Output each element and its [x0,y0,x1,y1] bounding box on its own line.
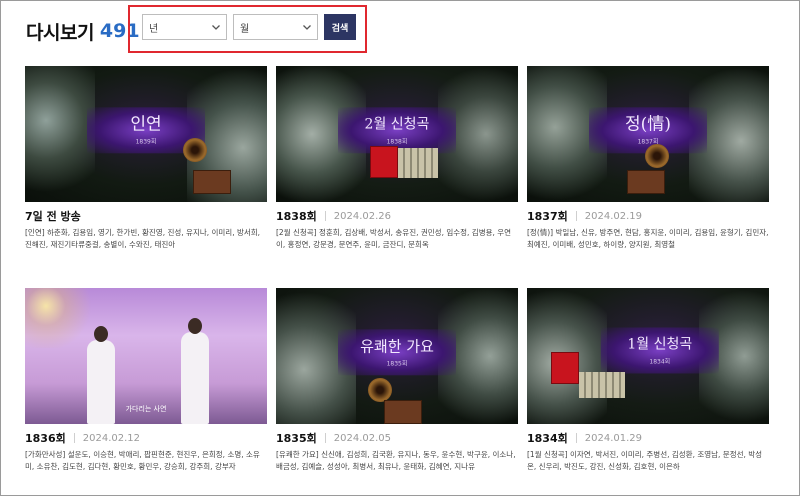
episode-date: 2024.02.12 [82,432,141,444]
episode-thumbnail[interactable]: 정(情) 1837회 [527,66,769,202]
episode-number[interactable]: 1835회 [276,430,317,446]
month-select-value: 월 [240,23,250,35]
episode-banner: 유쾌한 가요 1835회 [338,329,456,376]
gramophone [627,170,665,194]
red-mailbox [551,352,579,384]
banner-title: 인연 [130,114,162,135]
episode-cast: [2월 신청곡] 정훈희, 김상배, 박성서, 송유진, 권민성, 임수정, 김… [276,228,512,249]
episode-cast: [인연] 하춘화, 김용임, 영기, 한가빈, 황진영, 진성, 유지나, 이미… [25,228,261,249]
books-prop [398,148,438,178]
episode-cast: [정(情)] 박일남, 신유, 방주연, 현담, 홍지윤, 이미리, 김용임, … [527,228,769,249]
episode-meta: 1838회 2024.02.26 [276,209,518,223]
year-select-value: 년 [149,23,159,35]
banner-subtitle: 1835회 [386,360,408,368]
episode-card[interactable]: 인연 1839회 7일 전 방송 [인연] 하춘화, 김용임, 영기, 한가빈,… [25,66,267,251]
episode-card[interactable]: 2월 신청곡 1838회 1838회 2024.02.26 [2월 신청곡] 정… [276,66,518,251]
episode-meta: 1834회 2024.01.29 [527,431,769,445]
episode-number[interactable]: 1834회 [527,430,568,446]
books-prop [579,372,625,398]
episode-date: 2024.01.29 [584,432,643,444]
episode-thumbnail[interactable]: 1월 신청곡 1834회 [527,288,769,424]
episode-meta: 1835회 2024.02.05 [276,431,518,445]
episode-card[interactable]: 정(情) 1837회 1837회 2024.02.19 [정(情)] 박일남, … [527,66,769,251]
episode-number[interactable]: 1836회 [25,430,66,446]
episode-number[interactable]: 7일 전 방송 [25,208,81,224]
page-header: 다시보기 491 [26,16,140,46]
divider [575,211,577,221]
banner-title: 1월 신청곡 [627,336,693,353]
episode-meta: 7일 전 방송 [25,209,267,223]
episode-date: 2024.02.26 [333,210,392,222]
episode-card[interactable]: 1월 신청곡 1834회 1834회 2024.01.29 [1월 신청곡] 이… [527,288,769,473]
banner-subtitle: 1839회 [135,138,157,146]
singer-right-head [188,318,202,334]
chevron-down-icon [212,25,220,30]
episode-thumbnail[interactable]: 유쾌한 가요 1835회 [276,288,518,424]
gramophone-horn [645,144,669,168]
episode-number[interactable]: 1838회 [276,208,317,224]
banner-title: 정(情) [625,114,671,135]
banner-title: 2월 신청곡 [364,116,430,133]
episode-card[interactable]: 유쾌한 가요 1835회 1835회 2024.02.05 [유쾌한 가요] 신… [276,288,518,473]
episode-number[interactable]: 1837회 [527,208,568,224]
episode-thumbnail[interactable]: 인연 1839회 [25,66,267,202]
episode-cast: [1월 신청곡] 이자연, 박서진, 이미리, 주병선, 김성환, 조영남, 문… [527,450,763,471]
episode-meta: 1836회 2024.02.12 [25,431,267,445]
gramophone [193,170,231,194]
episode-cast: [유쾌한 가요] 신신애, 김성희, 김국환, 유지나, 동우, 윤수현, 박구… [276,450,516,471]
banner-subtitle: 1834회 [649,358,671,366]
banner-subtitle: 1838회 [386,138,408,146]
divider [324,211,326,221]
episode-meta: 1837회 2024.02.19 [527,209,769,223]
episode-thumbnail[interactable]: 가다리는 사연 [25,288,267,424]
episode-date: 2024.02.19 [584,210,643,222]
month-select[interactable]: 월 [233,14,318,40]
divider [73,433,75,443]
divider [575,433,577,443]
gramophone [384,400,422,424]
gramophone-horn [368,378,392,402]
year-select[interactable]: 년 [142,14,227,40]
episode-banner: 1월 신청곡 1834회 [600,327,719,374]
episode-cast: [가화만사성] 설운도, 이승현, 박애리, 팝핀현준, 현진우, 은희정, 소… [25,450,260,471]
page-title: 다시보기 [26,21,94,44]
video-caption: 가다리는 사연 [125,405,167,413]
gramophone-horn [183,138,207,162]
episode-date: 2024.02.05 [333,432,392,444]
banner-title: 유쾌한 가요 [360,337,434,356]
divider [324,433,326,443]
episode-thumbnail[interactable]: 2월 신청곡 1838회 [276,66,518,202]
episode-card[interactable]: 가다리는 사연 1836회 2024.02.12 [가화만사성] 설운도, 이승… [25,288,267,473]
search-button[interactable]: 검색 [324,14,356,40]
singer-left-head [94,326,108,342]
red-mailbox [370,146,398,178]
chevron-down-icon [303,25,311,30]
